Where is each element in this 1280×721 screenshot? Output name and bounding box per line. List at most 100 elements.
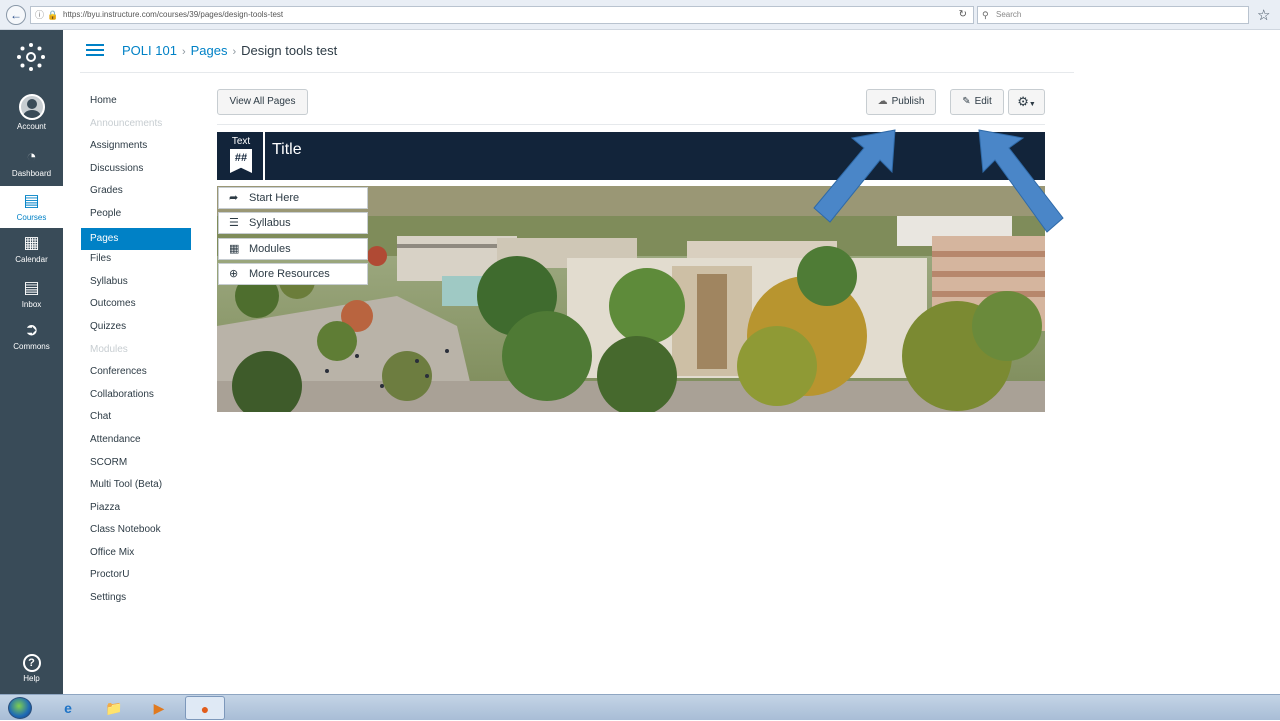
nav-dashboard[interactable]: ◔ Dashboard <box>0 147 63 178</box>
modules-icon: ▦ <box>229 243 240 255</box>
syllabus-label: Syllabus <box>249 217 291 229</box>
start-here-button[interactable]: ➦ Start Here <box>218 187 368 209</box>
nav-calendar-label: Calendar <box>15 255 48 264</box>
search-icon: ⚲ <box>982 10 989 20</box>
breadcrumb: POLI 101 › Pages › Design tools test <box>122 43 337 58</box>
course-nav-item[interactable]: Files <box>81 250 191 273</box>
settings-menu-button[interactable]: ⚙▼ <box>1008 89 1045 115</box>
course-nav-item[interactable]: Syllabus <box>81 273 191 296</box>
share-arrow-icon: ➦ <box>229 192 239 204</box>
nav-inbox-label: Inbox <box>21 300 42 309</box>
info-icon: ⓘ <box>35 10 45 20</box>
course-navigation: Home Announcements Assignments Discussio… <box>81 92 191 612</box>
windows-taskbar: e 📁 ▶ ● <box>0 694 1280 720</box>
course-nav-item[interactable]: Assignments <box>81 137 191 160</box>
address-bar[interactable]: ⓘ 🔒 https://byu.instructure.com/courses/… <box>30 6 974 24</box>
course-nav-item[interactable]: Quizzes <box>81 318 191 341</box>
page-title: Title <box>272 141 302 158</box>
start-here-label: Start Here <box>249 192 300 204</box>
reload-icon[interactable]: ↻ <box>959 7 967 23</box>
course-nav-item[interactable]: SCORM <box>81 454 191 477</box>
nav-help-label: Help <box>23 674 40 683</box>
nav-commons[interactable]: ➲ Commons <box>0 320 63 351</box>
nav-courses-label: Courses <box>16 213 47 222</box>
plus-circle-icon: ⊕ <box>229 268 239 280</box>
breadcrumb-pages[interactable]: Pages <box>191 43 228 58</box>
course-nav-item[interactable]: Announcements <box>81 115 191 138</box>
hash-bookmark-icon: ## <box>230 149 252 173</box>
hamburger-menu-icon[interactable] <box>86 44 104 58</box>
media-player-icon[interactable]: ▶ <box>139 696 179 720</box>
breadcrumb-separator-icon: › <box>232 46 237 58</box>
dashboard-icon: ◔ <box>26 147 37 166</box>
gear-icon: ⚙ <box>1017 94 1029 109</box>
back-arrow-icon[interactable]: ← <box>6 5 26 25</box>
cloud-icon: ☁ <box>877 96 888 107</box>
start-orb-icon[interactable] <box>8 697 32 719</box>
course-nav-item[interactable]: Grades <box>81 182 191 205</box>
header-divider <box>80 72 1074 73</box>
canvas-logo-icon[interactable] <box>16 42 46 72</box>
course-nav-item[interactable]: Conferences <box>81 363 191 386</box>
help-icon: ? <box>22 654 41 672</box>
nav-courses[interactable]: ▤ Courses <box>0 186 63 228</box>
modules-button[interactable]: ▦ Modules <box>218 238 368 260</box>
internet-explorer-icon[interactable]: e <box>48 696 88 720</box>
course-nav-item[interactable]: Home <box>81 92 191 115</box>
course-nav-item[interactable]: Piazza <box>81 499 191 522</box>
nav-commons-label: Commons <box>13 342 50 351</box>
publish-button[interactable]: ☁ Publish <box>866 89 936 115</box>
breadcrumb-current-page: Design tools test <box>241 43 338 58</box>
url-text: https://byu.instructure.com/courses/39/p… <box>63 10 284 19</box>
courses-book-icon: ▤ <box>23 191 40 210</box>
browser-toolbar: ← ⓘ 🔒 https://byu.instructure.com/course… <box>0 0 1280 30</box>
browser-search-input[interactable]: ⚲ Search <box>977 6 1249 24</box>
firefox-icon[interactable]: ● <box>185 696 225 720</box>
avatar <box>18 94 45 120</box>
global-navigation: Account ◔ Dashboard ▤ Courses ▦ Calendar… <box>0 30 63 694</box>
pencil-icon: ✎ <box>962 96 971 107</box>
course-nav-item[interactable]: People <box>81 205 191 228</box>
course-nav-item[interactable]: Collaborations <box>81 386 191 409</box>
calendar-icon: ▦ <box>23 233 40 252</box>
course-nav-item-active[interactable]: Pages <box>81 227 191 251</box>
lock-icon: 🔒 <box>47 10 59 20</box>
breadcrumb-course[interactable]: POLI 101 <box>122 43 177 58</box>
annotation-arrow-edit <box>978 129 1064 233</box>
banner-divider <box>263 132 265 180</box>
commons-icon: ➲ <box>24 320 39 339</box>
caret-down-icon: ▼ <box>1028 101 1036 108</box>
nav-account-label: Account <box>17 122 46 131</box>
modules-label: Modules <box>249 243 291 255</box>
nav-calendar[interactable]: ▦ Calendar <box>0 233 63 264</box>
syllabus-button[interactable]: ☰ Syllabus <box>218 212 368 234</box>
view-all-pages-button[interactable]: View All Pages <box>217 89 308 115</box>
course-nav-item[interactable]: Chat <box>81 408 191 431</box>
more-resources-button[interactable]: ⊕ More Resources <box>218 263 368 285</box>
course-nav-item[interactable]: Modules <box>81 341 191 364</box>
search-placeholder: Search <box>996 10 1022 19</box>
edit-button[interactable]: ✎ Edit <box>950 89 1004 115</box>
text-badge: Text ## <box>221 134 261 178</box>
course-nav-item[interactable]: Multi Tool (Beta) <box>81 476 191 499</box>
file-explorer-icon[interactable]: 📁 <box>94 696 134 720</box>
more-resources-label: More Resources <box>249 268 330 280</box>
inbox-icon: ▤ <box>23 278 40 297</box>
course-nav-item[interactable]: Attendance <box>81 431 191 454</box>
nav-help[interactable]: ? Help <box>0 654 63 683</box>
course-nav-item[interactable]: Settings <box>81 589 191 612</box>
course-nav-item[interactable]: Outcomes <box>81 295 191 318</box>
annotation-arrow-publish <box>813 129 896 223</box>
edit-label: Edit <box>974 96 992 107</box>
course-nav-item[interactable]: Discussions <box>81 160 191 183</box>
toolbar-divider <box>217 124 1045 125</box>
nav-dashboard-label: Dashboard <box>11 169 52 178</box>
nav-inbox[interactable]: ▤ Inbox <box>0 278 63 309</box>
course-nav-item[interactable]: ProctorU <box>81 566 191 589</box>
nav-account[interactable]: Account <box>0 94 63 131</box>
course-nav-item[interactable]: Class Notebook <box>81 521 191 544</box>
bookmark-star-icon[interactable]: ☆ <box>1257 6 1270 24</box>
list-icon: ☰ <box>229 217 239 229</box>
course-nav-item[interactable]: Office Mix <box>81 544 191 567</box>
breadcrumb-separator-icon: › <box>181 46 186 58</box>
